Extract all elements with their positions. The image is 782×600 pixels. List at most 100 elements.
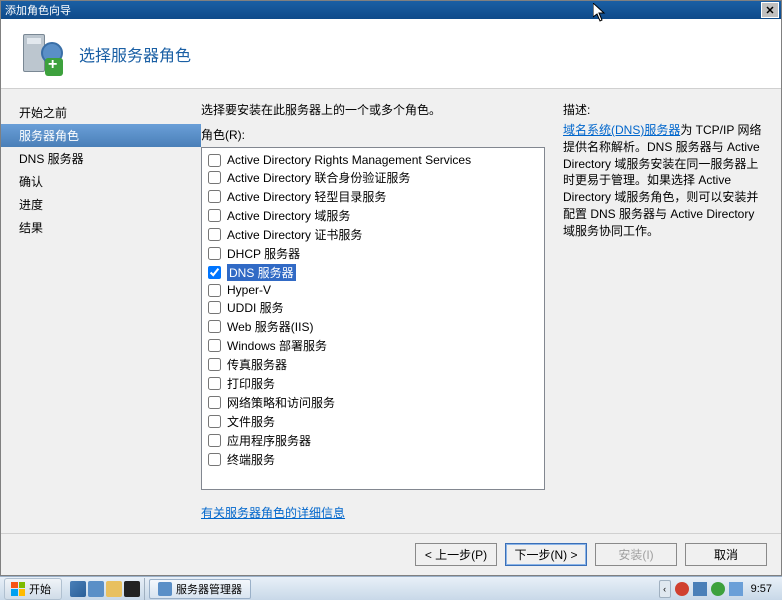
page-title: 选择服务器角色	[79, 42, 191, 66]
quick-launch	[66, 578, 145, 600]
role-checkbox[interactable]	[208, 396, 221, 409]
role-checkbox[interactable]	[208, 284, 221, 297]
window-title: 添加角色向导	[5, 2, 761, 18]
role-item[interactable]: Active Directory 证书服务	[208, 225, 538, 244]
role-item[interactable]: 网络策略和访问服务	[208, 393, 538, 412]
role-item[interactable]: 终端服务	[208, 450, 538, 469]
app-icon	[158, 582, 172, 596]
security-alert-icon[interactable]	[675, 582, 689, 596]
wizard-nav: 开始之前服务器角色DNS 服务器确认进度结果	[1, 89, 201, 533]
cancel-button[interactable]: 取消	[685, 543, 767, 566]
nav-item[interactable]: 确认	[1, 170, 201, 193]
wizard-window: 添加角色向导 ✕ 选择服务器角色 开始之前服务器角色DNS 服务器确认进度结果 …	[0, 0, 782, 576]
role-checkbox[interactable]	[208, 154, 221, 167]
server-role-icon	[17, 30, 65, 78]
roles-listbox[interactable]: Active Directory Rights Management Servi…	[201, 147, 545, 490]
role-label: DNS 服务器	[227, 264, 296, 281]
server-manager-icon[interactable]	[88, 581, 104, 597]
nav-item[interactable]: 进度	[1, 193, 201, 216]
nav-item[interactable]: 服务器角色	[1, 124, 201, 147]
role-label: Active Directory 联合身份验证服务	[227, 169, 410, 186]
role-label: Active Directory 轻型目录服务	[227, 188, 386, 205]
role-label: 网络策略和访问服务	[227, 394, 335, 411]
close-icon: ✕	[765, 4, 774, 17]
role-label: Web 服务器(IIS)	[227, 318, 313, 335]
role-checkbox[interactable]	[208, 266, 221, 279]
clock[interactable]: 9:57	[747, 583, 776, 595]
nav-item[interactable]: 开始之前	[1, 101, 201, 124]
role-item[interactable]: Active Directory 轻型目录服务	[208, 187, 538, 206]
system-tray: ‹ 9:57	[653, 580, 782, 598]
nav-item[interactable]: 结果	[1, 216, 201, 239]
more-info-link[interactable]: 有关服务器角色的详细信息	[201, 504, 545, 521]
role-item[interactable]: 传真服务器	[208, 355, 538, 374]
volume-icon[interactable]	[729, 582, 743, 596]
role-item[interactable]: 打印服务	[208, 374, 538, 393]
role-checkbox[interactable]	[208, 339, 221, 352]
role-checkbox[interactable]	[208, 171, 221, 184]
taskbar-task-server-manager[interactable]: 服务器管理器	[149, 579, 251, 599]
roles-label: 角色(R):	[201, 126, 545, 143]
role-checkbox[interactable]	[208, 301, 221, 314]
role-item[interactable]: UDDI 服务	[208, 298, 538, 317]
role-item[interactable]: 应用程序服务器	[208, 431, 538, 450]
wizard-content: 选择要安装在此服务器上的一个或多个角色。 角色(R): Active Direc…	[201, 89, 781, 533]
role-label: 应用程序服务器	[227, 432, 311, 449]
description-link[interactable]: 域名系统(DNS)服务器	[563, 123, 680, 137]
description-body: 为 TCP/IP 网络提供名称解析。DNS 服务器与 Active Direct…	[563, 123, 761, 238]
prev-button[interactable]: < 上一步(P)	[415, 543, 497, 566]
role-item[interactable]: Active Directory Rights Management Servi…	[208, 152, 538, 168]
role-checkbox[interactable]	[208, 320, 221, 333]
show-desktop-icon[interactable]	[70, 581, 86, 597]
role-checkbox[interactable]	[208, 228, 221, 241]
description-title: 描述:	[563, 101, 763, 118]
cmd-icon[interactable]	[124, 581, 140, 597]
role-label: 文件服务	[227, 413, 275, 430]
role-checkbox[interactable]	[208, 358, 221, 371]
tray-app-icon[interactable]	[693, 582, 707, 596]
role-item[interactable]: Active Directory 域服务	[208, 206, 538, 225]
roles-column: 选择要安装在此服务器上的一个或多个角色。 角色(R): Active Direc…	[201, 101, 545, 521]
role-item[interactable]: 文件服务	[208, 412, 538, 431]
description-column: 描述: 域名系统(DNS)服务器为 TCP/IP 网络提供名称解析。DNS 服务…	[563, 101, 763, 521]
role-label: 打印服务	[227, 375, 275, 392]
close-button[interactable]: ✕	[761, 2, 779, 18]
wizard-footer: < 上一步(P) 下一步(N) > 安装(I) 取消	[1, 533, 781, 575]
role-item[interactable]: Web 服务器(IIS)	[208, 317, 538, 336]
wizard-header: 选择服务器角色	[1, 19, 781, 89]
next-button[interactable]: 下一步(N) >	[505, 543, 587, 566]
role-checkbox[interactable]	[208, 434, 221, 447]
network-icon[interactable]	[711, 582, 725, 596]
task-label: 服务器管理器	[176, 581, 242, 597]
start-button[interactable]: 开始	[4, 578, 62, 600]
role-checkbox[interactable]	[208, 209, 221, 222]
role-checkbox[interactable]	[208, 247, 221, 260]
role-label: UDDI 服务	[227, 299, 284, 316]
role-label: Active Directory 证书服务	[227, 226, 362, 243]
description-text: 域名系统(DNS)服务器为 TCP/IP 网络提供名称解析。DNS 服务器与 A…	[563, 122, 763, 240]
role-item[interactable]: Active Directory 联合身份验证服务	[208, 168, 538, 187]
role-label: Active Directory Rights Management Servi…	[227, 153, 471, 167]
start-label: 开始	[29, 581, 51, 597]
taskbar: 开始 服务器管理器 ‹ 9:57	[0, 576, 782, 600]
titlebar: 添加角色向导 ✕	[1, 1, 781, 19]
install-button: 安装(I)	[595, 543, 677, 566]
role-checkbox[interactable]	[208, 190, 221, 203]
role-item[interactable]: Windows 部署服务	[208, 336, 538, 355]
nav-item[interactable]: DNS 服务器	[1, 147, 201, 170]
tray-expand-button[interactable]: ‹	[659, 580, 671, 598]
role-checkbox[interactable]	[208, 415, 221, 428]
role-label: Hyper-V	[227, 283, 271, 297]
role-checkbox[interactable]	[208, 453, 221, 466]
role-item[interactable]: DNS 服务器	[208, 263, 538, 282]
role-label: 传真服务器	[227, 356, 287, 373]
role-label: Active Directory 域服务	[227, 207, 350, 224]
role-label: 终端服务	[227, 451, 275, 468]
explorer-icon[interactable]	[106, 581, 122, 597]
instruction-text: 选择要安装在此服务器上的一个或多个角色。	[201, 101, 545, 118]
role-checkbox[interactable]	[208, 377, 221, 390]
role-item[interactable]: Hyper-V	[208, 282, 538, 298]
role-item[interactable]: DHCP 服务器	[208, 244, 538, 263]
windows-logo-icon	[11, 582, 25, 596]
role-label: Windows 部署服务	[227, 337, 327, 354]
